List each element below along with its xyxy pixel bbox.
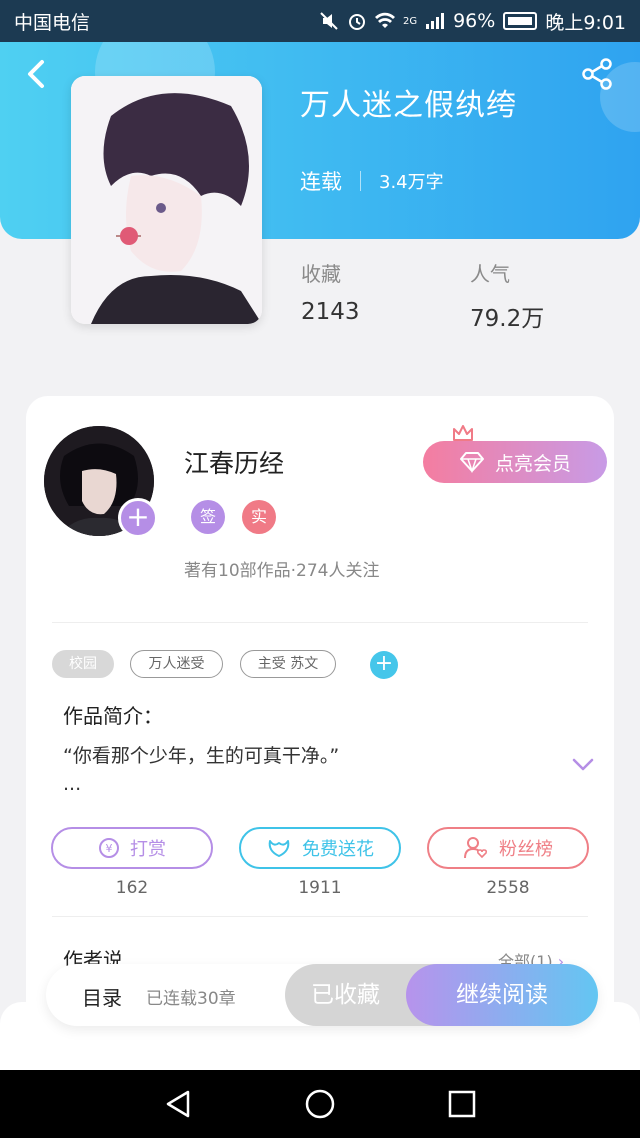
vip-button-label: 点亮会员 [494, 452, 571, 475]
intro-text: “你看那个少年，生的可真干净。” ... [63, 742, 339, 798]
tip-button[interactable]: ¥ 打赏 [51, 827, 213, 869]
share-icon[interactable] [580, 56, 616, 92]
fan-ranking-label: 粉丝榜 [499, 839, 553, 860]
battery-percent: 96% [453, 10, 496, 32]
fan-count: 2558 [486, 878, 530, 898]
divider [52, 916, 588, 917]
svg-text:¥: ¥ [106, 842, 113, 855]
book-word-count: 3.4万字 [379, 172, 444, 193]
stat-value: 2143 [301, 299, 360, 325]
tip-label: 打赏 [130, 839, 166, 860]
chevron-down-icon[interactable] [572, 758, 594, 772]
signal-icon [426, 13, 445, 29]
add-tag-button[interactable]: + [370, 651, 398, 679]
status-bar: 中国电信 2G 96% 晚上9:01 [0, 0, 640, 42]
send-flower-label: 免费送花 [302, 839, 374, 860]
flower-count: 1911 [298, 878, 342, 898]
book-status: 连载 [300, 170, 342, 194]
chapter-count: 已连载30章 [146, 989, 236, 1009]
book-meta: 连载 3.4万字 [300, 166, 444, 196]
meta-divider [360, 171, 361, 191]
status-icons: 2G 96% 晚上9:01 [319, 8, 626, 35]
wifi-icon [374, 12, 395, 28]
clock: 晚上9:01 [545, 11, 626, 34]
intro-text-line: “你看那个少年，生的可真干净。” [63, 745, 340, 767]
network-type: 2G [402, 15, 418, 27]
intro-ellipsis: ... [63, 773, 82, 795]
divider [52, 622, 588, 623]
nav-home-icon[interactable] [302, 1086, 338, 1122]
stat-favorites: 收藏 2143 [301, 258, 360, 325]
stat-label: 收藏 [301, 262, 341, 286]
continue-reading-button[interactable]: 继续阅读 [406, 964, 598, 1026]
toc-button[interactable]: 目录 [82, 982, 122, 1011]
coin-icon: ¥ [99, 838, 119, 858]
tip-count: 162 [115, 878, 149, 898]
fan-user-icon [464, 837, 488, 859]
book-cover[interactable] [71, 76, 262, 324]
author-name[interactable]: 江春历经 [184, 444, 284, 480]
stat-popularity: 人气 79.2万 [470, 258, 544, 333]
fan-ranking-button[interactable]: 粉丝榜 [427, 827, 589, 869]
carrier-name: 中国电信 [14, 11, 91, 34]
verified-badge: 实 [242, 500, 276, 534]
nav-back-icon[interactable] [160, 1086, 196, 1122]
vip-button[interactable]: 点亮会员 [423, 441, 607, 483]
mute-icon [320, 12, 338, 30]
intro-heading: 作品简介： [63, 704, 163, 728]
stat-label: 人气 [470, 262, 510, 286]
book-title: 万人迷之假纨绔 [300, 88, 517, 123]
alarm-icon [348, 14, 365, 30]
tag-popular-shou[interactable]: 万人迷受 [130, 650, 223, 678]
cover-illustration [71, 76, 262, 324]
nav-recents-icon[interactable] [444, 1086, 480, 1122]
author-summary: 著有10部作品·274人关注 [184, 561, 380, 581]
tag-protagonist[interactable]: 主受 苏文 [240, 650, 336, 678]
flower-icon [268, 840, 290, 857]
tag-campus[interactable]: 校园 [52, 650, 114, 678]
diamond-icon [459, 452, 484, 473]
send-flower-button[interactable]: 免费送花 [239, 827, 401, 869]
back-icon[interactable] [18, 56, 54, 92]
battery-icon [503, 12, 538, 30]
stat-value: 79.2万 [470, 306, 545, 332]
crown-icon [453, 425, 473, 441]
signed-badge: 签 [191, 500, 225, 534]
follow-author-button[interactable]: + [118, 498, 158, 538]
